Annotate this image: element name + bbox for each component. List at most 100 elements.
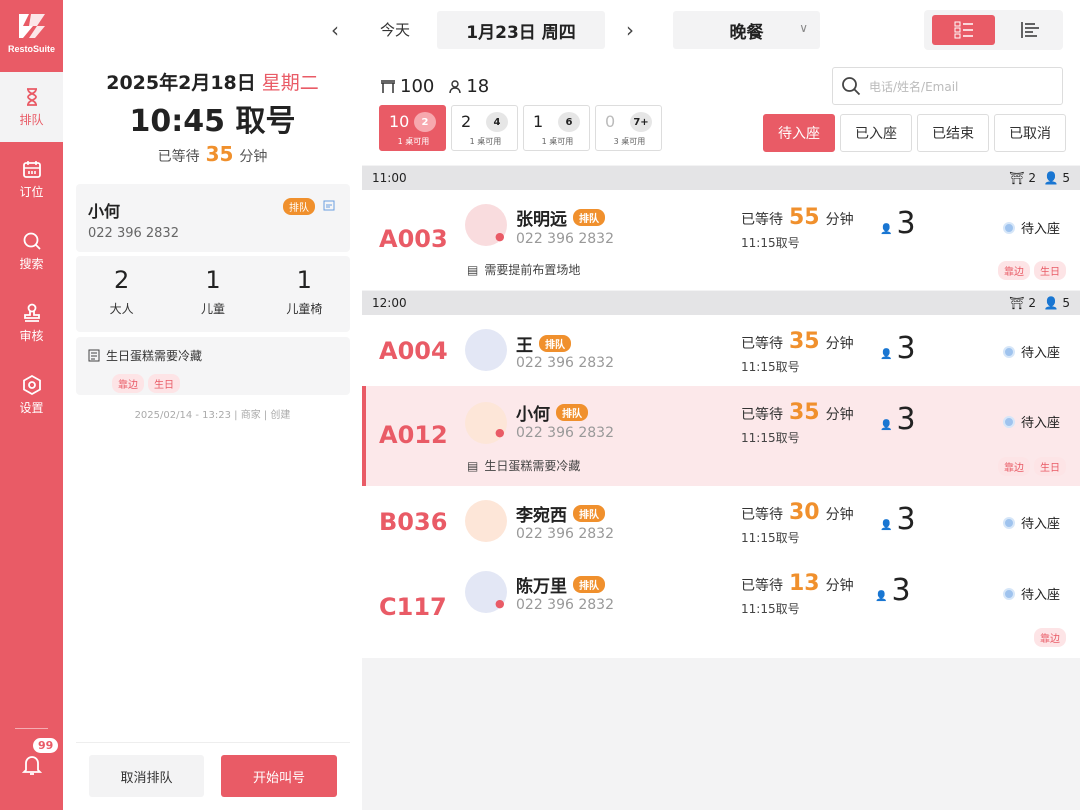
tag: 靠边 bbox=[998, 457, 1030, 476]
nav-item-reservation[interactable]: 订位 bbox=[0, 144, 63, 214]
person-icon: 👤 bbox=[880, 520, 893, 531]
queue-code: C117 bbox=[379, 593, 447, 621]
wait-value: 13 bbox=[789, 571, 820, 596]
queue-row[interactable]: A003 ● 张明远 排队 022 396 2832 已等待 55 分钟 11:15取… bbox=[362, 190, 1080, 290]
chip-count: 0 bbox=[605, 112, 616, 131]
count-label: 儿童 bbox=[200, 302, 225, 316]
chip-size: 2 bbox=[414, 112, 436, 132]
time-group-header: 11:00 ⛩ 2 👤 5 bbox=[362, 166, 1080, 190]
party-size: 👤 3 bbox=[880, 206, 916, 241]
list-view-button[interactable] bbox=[932, 15, 995, 45]
table-chip-7plus[interactable]: 0 7+ 3 桌可用 bbox=[595, 105, 662, 151]
next-day-button[interactable]: › bbox=[626, 18, 634, 42]
table-chip-4[interactable]: 24 1 桌可用 bbox=[451, 105, 518, 151]
chip-count: 10 bbox=[389, 112, 410, 131]
chip-count: 2 bbox=[461, 112, 472, 131]
guest-name-text: 李宛西 bbox=[516, 506, 567, 526]
wait-value: 35 bbox=[789, 400, 820, 425]
group-guests: 5 bbox=[1062, 171, 1070, 185]
logo-text: RestoSuite bbox=[7, 44, 55, 54]
table-chip-6[interactable]: 16 1 桌可用 bbox=[523, 105, 590, 151]
waited-value: 35 bbox=[205, 142, 234, 166]
tab-cancelled[interactable]: 已取消 bbox=[994, 114, 1066, 152]
nav-item-settings[interactable]: 设置 bbox=[0, 360, 63, 430]
party-value: 3 bbox=[896, 206, 916, 241]
group-tables: 2 bbox=[1028, 171, 1036, 185]
queue-tag: 排队 bbox=[573, 576, 605, 593]
table-chip-2[interactable]: 10 2 1 桌可用 bbox=[379, 105, 446, 151]
row-status: 待入座 bbox=[1003, 412, 1060, 431]
tab-waiting[interactable]: 待入座 bbox=[763, 114, 835, 152]
note-icon: ▤ bbox=[467, 262, 479, 277]
nav-item-search[interactable]: 搜索 bbox=[0, 216, 63, 286]
tab-seated[interactable]: 已入座 bbox=[840, 114, 912, 152]
ticket-time: 11:15取号 bbox=[741, 236, 800, 250]
notification-badge: 99 bbox=[33, 738, 59, 753]
location-pin-icon: ● bbox=[495, 597, 505, 610]
divider bbox=[15, 728, 48, 729]
party-counts: 2 大人 1 儿童 1 儿童椅 bbox=[76, 256, 350, 332]
total-guests: 18 bbox=[466, 76, 490, 97]
row-tags: 靠边 bbox=[1034, 627, 1070, 647]
nav-item-review[interactable]: 审核 bbox=[0, 288, 63, 358]
group-time: 11:00 bbox=[372, 171, 407, 185]
status-text: 待入座 bbox=[1021, 346, 1061, 361]
high-chair-count: 1 儿童椅 bbox=[259, 266, 350, 317]
status-text: 待入座 bbox=[1021, 588, 1061, 603]
divider bbox=[76, 742, 350, 743]
calendar-icon bbox=[22, 160, 41, 178]
group-guests: 5 bbox=[1062, 296, 1070, 310]
group-summary: ⛩ 2 👤 5 bbox=[1009, 296, 1070, 310]
count-label: 儿童椅 bbox=[286, 302, 323, 316]
status-dot bbox=[1003, 587, 1015, 600]
guest-card[interactable]: 小何 排队 022 396 2832 bbox=[76, 184, 350, 252]
wait-time: 已等待 35 分钟 bbox=[741, 329, 854, 354]
tab-finished[interactable]: 已结束 bbox=[917, 114, 989, 152]
guest-name-text: 张明远 bbox=[516, 210, 567, 230]
meal-dropdown[interactable]: 晚餐 ∨ bbox=[673, 11, 820, 49]
party-value: 3 bbox=[896, 402, 916, 437]
ticket-time: 11:15取号 bbox=[741, 531, 800, 545]
wait-time: 已等待 13 分钟 bbox=[741, 571, 854, 596]
queue-row[interactable]: B036 李宛西 排队 022 396 2832 已等待 30 分钟 11:15取号 … bbox=[362, 486, 1080, 557]
party-size: 👤 3 bbox=[880, 502, 916, 537]
nav-item-queue[interactable]: 排队 bbox=[0, 72, 63, 142]
party-value: 3 bbox=[896, 502, 916, 537]
bell-icon bbox=[21, 756, 42, 775]
view-toggle bbox=[924, 10, 1063, 50]
timeline-view-button[interactable] bbox=[1002, 15, 1057, 45]
guest-name-text: 王 bbox=[516, 336, 533, 356]
today-button[interactable]: 今天 bbox=[380, 19, 410, 40]
queue-tag: 排队 bbox=[573, 505, 605, 522]
start-call-button[interactable]: 开始叫号 bbox=[221, 755, 337, 797]
queue-row[interactable]: A004 王排队 022 396 2832 已等待 35 分钟 11:15取号 👤 3… bbox=[362, 315, 1080, 386]
date-selector[interactable]: 1月23日 周四 bbox=[437, 11, 605, 49]
guest-phone: 022 396 2832 bbox=[516, 526, 614, 542]
status-text: 待入座 bbox=[1021, 416, 1061, 431]
queue-row[interactable]: C117 ● 陈万里 排队 022 396 2832 已等待 13 分钟 11:15取… bbox=[362, 557, 1080, 658]
status-text: 待入座 bbox=[1021, 222, 1061, 237]
row-status: 待入座 bbox=[1003, 342, 1060, 361]
wait-prefix: 已等待 bbox=[741, 336, 783, 352]
chip-available: 1 桌可用 bbox=[541, 137, 574, 146]
row-note: ▤ 需要提前布置场地 bbox=[467, 261, 580, 278]
chevron-down-icon: ∨ bbox=[799, 21, 808, 35]
guest-name-text: 陈万里 bbox=[516, 577, 567, 597]
wait-prefix: 已等待 bbox=[741, 212, 783, 228]
wait-prefix: 已等待 bbox=[741, 578, 783, 594]
gear-icon bbox=[22, 374, 41, 395]
queue-row-selected[interactable]: A012 ● 小何 排队 022 396 2832 已等待 35 分钟 11:15取号… bbox=[362, 386, 1080, 486]
nav-label: 排队 bbox=[19, 112, 44, 127]
wait-value: 55 bbox=[789, 205, 820, 230]
search-icon bbox=[23, 232, 41, 250]
note-text: 生日蛋糕需要冷藏 bbox=[484, 459, 581, 473]
total-tables: 100 bbox=[400, 76, 435, 97]
created-meta: 2025/02/14 - 13:23 | 商家 | 创建 bbox=[134, 410, 291, 421]
guest-phone: 022 396 2832 bbox=[516, 355, 614, 371]
cancel-queue-button[interactable]: 取消排队 bbox=[89, 755, 204, 797]
person-icon: 👤 bbox=[880, 420, 893, 431]
prev-day-button[interactable]: ‹ bbox=[331, 18, 339, 42]
row-note: ▤ 生日蛋糕需要冷藏 bbox=[467, 457, 580, 474]
search-input[interactable]: 电话/姓名/Email bbox=[832, 67, 1063, 105]
summary-stats: 100 18 bbox=[380, 76, 489, 97]
